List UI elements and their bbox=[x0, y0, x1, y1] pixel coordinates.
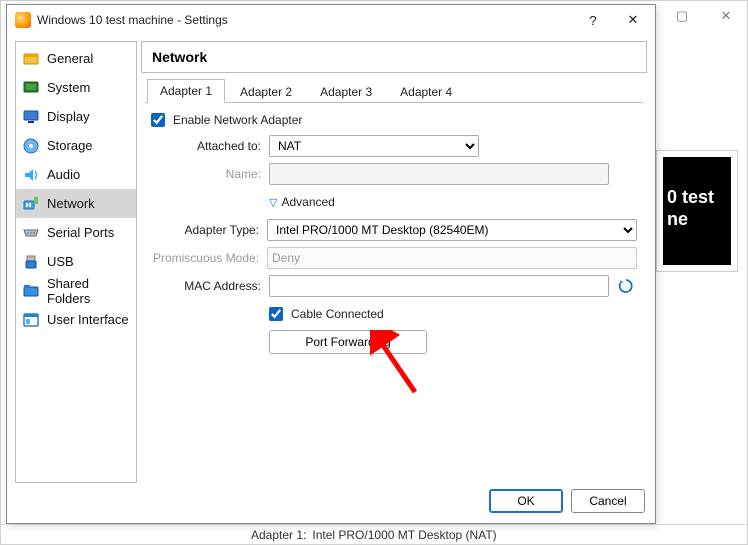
cable-connected-checkbox[interactable] bbox=[269, 307, 283, 321]
sidebar-item-display[interactable]: Display bbox=[16, 102, 136, 131]
network-icon bbox=[22, 195, 40, 213]
tab-adapter-2[interactable]: Adapter 2 bbox=[227, 80, 305, 103]
name-label: Name: bbox=[151, 167, 269, 181]
enable-adapter-row: Enable Network Adapter bbox=[151, 113, 637, 127]
sidebar-item-serial-ports[interactable]: Serial Ports bbox=[16, 218, 136, 247]
name-field bbox=[269, 163, 609, 185]
storage-icon bbox=[22, 137, 40, 155]
promiscuous-mode-combo bbox=[267, 247, 637, 269]
adapter-type-combo[interactable]: Intel PRO/1000 MT Desktop (82540EM) bbox=[267, 219, 637, 241]
dialog-help-button[interactable]: ? bbox=[573, 6, 613, 34]
sidebar-item-storage[interactable]: Storage bbox=[16, 131, 136, 160]
sidebar-item-label: System bbox=[47, 80, 90, 95]
vm-preview-text-2: ne bbox=[667, 209, 688, 229]
chevron-down-icon: ▽ bbox=[269, 196, 277, 209]
panel-title: Network bbox=[141, 41, 647, 73]
sidebar-item-general[interactable]: General bbox=[16, 44, 136, 73]
cable-connected-label: Cable Connected bbox=[291, 307, 384, 321]
sidebar-item-user-interface[interactable]: User Interface bbox=[16, 305, 136, 334]
vm-preview-text-1: 0 test bbox=[667, 187, 714, 207]
sidebar-item-audio[interactable]: Audio bbox=[16, 160, 136, 189]
settings-dialog: Windows 10 test machine - Settings ? ✕ G… bbox=[6, 4, 656, 524]
usb-icon bbox=[22, 253, 40, 271]
sidebar-item-label: Audio bbox=[47, 167, 80, 182]
mac-address-field[interactable] bbox=[269, 275, 609, 297]
sidebar-item-label: User Interface bbox=[47, 312, 129, 327]
serial-icon bbox=[22, 224, 40, 242]
sidebar-item-label: Shared Folders bbox=[47, 276, 132, 306]
sidebar-item-label: Network bbox=[47, 196, 95, 211]
settings-main-panel: Network Adapter 1 Adapter 2 Adapter 3 Ad… bbox=[141, 41, 647, 483]
general-icon bbox=[22, 50, 40, 68]
parent-statusbar: Adapter 1: Intel PRO/1000 MT Desktop (NA… bbox=[1, 524, 747, 544]
enable-network-adapter-checkbox[interactable] bbox=[151, 113, 165, 127]
audio-icon bbox=[22, 166, 40, 184]
shared-folders-icon bbox=[22, 282, 40, 300]
refresh-icon bbox=[618, 278, 634, 294]
sidebar-item-network[interactable]: Network bbox=[16, 189, 136, 218]
sidebar-item-label: Serial Ports bbox=[47, 225, 114, 240]
dialog-close-button[interactable]: ✕ bbox=[613, 6, 653, 34]
mac-refresh-button[interactable] bbox=[615, 275, 637, 297]
parent-maximize-button[interactable]: ▢ bbox=[667, 8, 697, 24]
tab-adapter-1[interactable]: Adapter 1 bbox=[147, 79, 225, 103]
cable-connected-row: Cable Connected bbox=[269, 307, 384, 321]
adapter-tabs: Adapter 1 Adapter 2 Adapter 3 Adapter 4 bbox=[145, 79, 643, 103]
sidebar-item-usb[interactable]: USB bbox=[16, 247, 136, 276]
user-interface-icon bbox=[22, 311, 40, 329]
statusbar-label: Adapter 1: bbox=[251, 528, 306, 542]
promiscuous-mode-label: Promiscuous Mode: bbox=[151, 251, 267, 265]
sidebar-item-label: USB bbox=[47, 254, 74, 269]
sidebar-item-label: General bbox=[47, 51, 93, 66]
vm-preview-thumbnail: 0 test ne bbox=[657, 151, 737, 271]
sidebar-item-label: Storage bbox=[47, 138, 93, 153]
tab-adapter-4[interactable]: Adapter 4 bbox=[387, 80, 465, 103]
mac-address-label: MAC Address: bbox=[151, 279, 269, 293]
sidebar-item-system[interactable]: System bbox=[16, 73, 136, 102]
virtualbox-icon bbox=[15, 12, 31, 28]
advanced-label: Advanced bbox=[281, 195, 334, 209]
statusbar-value: Intel PRO/1000 MT Desktop (NAT) bbox=[312, 528, 496, 542]
dialog-title: Windows 10 test machine - Settings bbox=[37, 13, 573, 27]
cancel-button[interactable]: Cancel bbox=[571, 489, 645, 513]
tab-adapter-3[interactable]: Adapter 3 bbox=[307, 80, 385, 103]
display-icon bbox=[22, 108, 40, 126]
sidebar-item-shared-folders[interactable]: Shared Folders bbox=[16, 276, 136, 305]
sidebar-item-label: Display bbox=[47, 109, 90, 124]
adapter-type-label: Adapter Type: bbox=[151, 223, 267, 237]
adapter-1-content: Enable Network Adapter Attached to: NAT … bbox=[145, 103, 643, 363]
attached-to-combo[interactable]: NAT bbox=[269, 135, 479, 157]
advanced-disclosure[interactable]: ▽ Advanced bbox=[269, 195, 335, 209]
attached-to-label: Attached to: bbox=[151, 139, 269, 153]
enable-network-adapter-label: Enable Network Adapter bbox=[173, 113, 302, 127]
ok-button[interactable]: OK bbox=[489, 489, 563, 513]
dialog-footer: OK Cancel bbox=[7, 483, 655, 523]
port-forwarding-button[interactable]: Port Forwarding bbox=[269, 330, 427, 354]
parent-close-button[interactable]: ✕ bbox=[711, 8, 741, 24]
system-icon bbox=[22, 79, 40, 97]
dialog-titlebar[interactable]: Windows 10 test machine - Settings ? ✕ bbox=[7, 5, 655, 35]
settings-sidebar: General System Display Storage bbox=[15, 41, 137, 483]
